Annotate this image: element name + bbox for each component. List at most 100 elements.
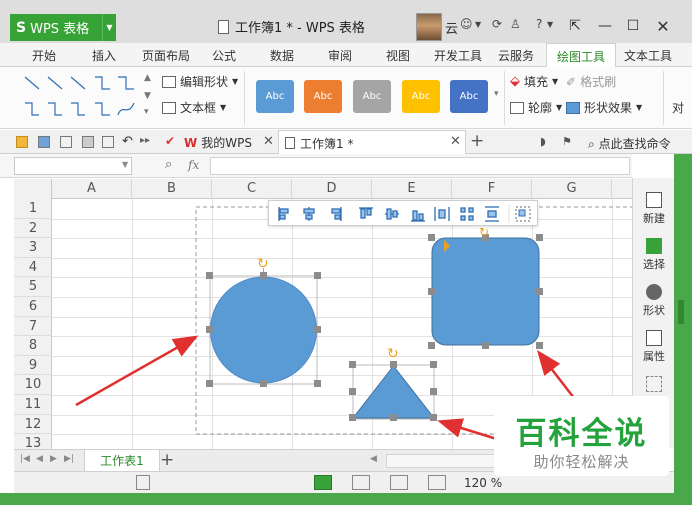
collapse-panel-handle[interactable] [678, 300, 684, 324]
gallery-more-icon[interactable]: ▾ [144, 107, 149, 117]
chevron-down-icon[interactable]: ▼ [547, 20, 553, 29]
shape-style-4[interactable]: Abc [402, 80, 440, 113]
close-icon[interactable]: ✕ [648, 13, 678, 39]
format-painter-button[interactable]: ✐ 格式刷 [566, 73, 616, 90]
gallery-up-icon[interactable]: ▲ [144, 73, 151, 83]
row-header[interactable]: 8 [14, 336, 52, 356]
minimize-icon[interactable]: — [590, 13, 620, 39]
shape-effect-button[interactable]: 形状效果 ▼ [566, 99, 642, 116]
chevron-down-icon[interactable]: ▼ [475, 20, 481, 29]
restore-ribbon-icon[interactable]: ⇱ [560, 13, 590, 39]
shape-style-5[interactable]: Abc [450, 80, 488, 113]
formula-input[interactable] [210, 157, 630, 175]
column-header-d[interactable]: D [292, 179, 372, 199]
sheet-tab[interactable]: 工作表1 [84, 450, 160, 472]
help-icon[interactable]: ? [536, 17, 542, 31]
row-header[interactable]: 7 [14, 317, 52, 337]
row-header[interactable]: 11 [14, 395, 52, 415]
align-top-icon[interactable] [359, 207, 373, 219]
row-header[interactable]: 1 [14, 199, 52, 219]
column-header-c[interactable]: C [212, 179, 292, 199]
fx-icon[interactable]: fx [188, 158, 199, 172]
row-header[interactable]: 10 [14, 375, 52, 395]
row-header[interactable]: 6 [14, 297, 52, 317]
pin-icon[interactable]: ✔ [165, 134, 175, 148]
text-box-button[interactable]: 文本框 ▼ [162, 99, 226, 116]
scroll-left-icon[interactable]: ◀ [370, 454, 377, 464]
outline-button[interactable]: 轮廓 ▼ [510, 99, 562, 116]
tab-insert[interactable]: 插入 [92, 47, 116, 64]
distribute-grid-icon[interactable] [460, 207, 474, 221]
align-right-icon[interactable] [331, 207, 342, 221]
side-panel-extra[interactable] [633, 376, 675, 394]
align-left-icon[interactable] [278, 207, 289, 221]
smile-icon[interactable]: ☺ [460, 17, 473, 31]
export-pdf-icon[interactable] [60, 136, 72, 148]
align-middle-icon[interactable] [385, 208, 399, 220]
edit-shape-button[interactable]: 编辑形状 ▼ [162, 73, 238, 90]
user-name[interactable]: 云 [445, 18, 458, 37]
open-folder-icon[interactable] [16, 136, 28, 148]
tab-page-layout[interactable]: 页面布局 [142, 47, 190, 64]
tab-workbook[interactable]: 工作簿1 * [278, 130, 466, 155]
close-tab-icon[interactable]: ✕ [263, 134, 274, 149]
align-center-icon[interactable] [303, 207, 315, 221]
column-header-a[interactable]: A [52, 179, 132, 199]
more-tools-icon[interactable]: ▸▸ [140, 135, 150, 146]
row-header[interactable]: 5 [14, 277, 52, 297]
last-sheet-icon[interactable]: ▶| [64, 454, 74, 464]
app-menu-button[interactable]: S WPS 表格 ▼ [10, 14, 116, 41]
skip-icon[interactable]: ◗ [540, 135, 546, 148]
print-icon[interactable] [82, 136, 94, 148]
skin-icon[interactable]: ♙ [510, 17, 521, 31]
magnifier-icon[interactable]: ⌕ [165, 157, 172, 172]
zoom-level[interactable]: 120 % [464, 476, 502, 490]
row-header[interactable]: 4 [14, 258, 52, 278]
page-break-view-icon[interactable] [390, 475, 408, 490]
align-bottom-icon[interactable] [411, 210, 425, 222]
print-preview-icon[interactable] [102, 136, 114, 148]
tab-developer[interactable]: 开发工具 [434, 47, 482, 64]
gallery-down-icon[interactable]: ▼ [144, 91, 151, 101]
macro-record-icon[interactable] [136, 475, 150, 490]
style-more-icon[interactable]: ▾ [494, 89, 499, 99]
row-header[interactable]: 3 [14, 238, 52, 258]
row-header[interactable]: 12 [14, 415, 52, 435]
distribute-vertical-icon[interactable] [485, 206, 499, 222]
tab-review[interactable]: 审阅 [328, 47, 352, 64]
side-panel-shape[interactable]: 形状 [633, 284, 675, 318]
first-sheet-icon[interactable]: |◀ [20, 454, 30, 464]
column-header-e[interactable]: E [372, 179, 452, 199]
new-tab-button[interactable]: + [470, 131, 484, 151]
name-box[interactable] [14, 157, 132, 175]
tab-data[interactable]: 数据 [270, 47, 294, 64]
shape-style-1[interactable]: Abc [256, 80, 294, 113]
tab-text-tools[interactable]: 文本工具 [624, 47, 672, 64]
side-panel-new[interactable]: 新建 [633, 192, 675, 226]
chevron-down-icon[interactable]: ▼ [102, 14, 116, 41]
column-header-g[interactable]: G [532, 179, 612, 199]
add-sheet-button[interactable]: + [160, 450, 174, 470]
close-tab-icon[interactable]: ✕ [450, 134, 461, 149]
tab-my-wps[interactable]: W 我的WPS [184, 134, 252, 151]
tab-drawing-tools[interactable]: 绘图工具 [546, 43, 617, 68]
row-header[interactable]: 2 [14, 219, 52, 239]
row-header[interactable]: 13 [14, 434, 52, 449]
avatar[interactable] [416, 13, 442, 41]
tab-cloud[interactable]: 云服务 [498, 47, 534, 64]
side-panel-select[interactable]: 选择 [633, 238, 675, 272]
sync-icon[interactable]: ⟳ [492, 17, 502, 31]
fill-button[interactable]: ⬙ 填充 ▼ [510, 73, 558, 90]
column-header-f[interactable]: F [452, 179, 532, 199]
maximize-icon[interactable]: ☐ [618, 13, 648, 39]
undo-icon[interactable]: ↶ [122, 134, 133, 149]
connector-shapes-gallery[interactable] [22, 73, 140, 123]
next-sheet-icon[interactable]: ▶ [50, 454, 57, 464]
save-icon[interactable] [38, 136, 50, 148]
row-header[interactable]: 9 [14, 356, 52, 376]
tab-formula[interactable]: 公式 [212, 47, 236, 64]
distribute-horizontal-icon[interactable] [434, 207, 450, 221]
select-all-corner[interactable] [14, 179, 52, 199]
shape-style-3[interactable]: Abc [353, 80, 391, 113]
chevron-down-icon[interactable]: ▼ [122, 160, 128, 169]
